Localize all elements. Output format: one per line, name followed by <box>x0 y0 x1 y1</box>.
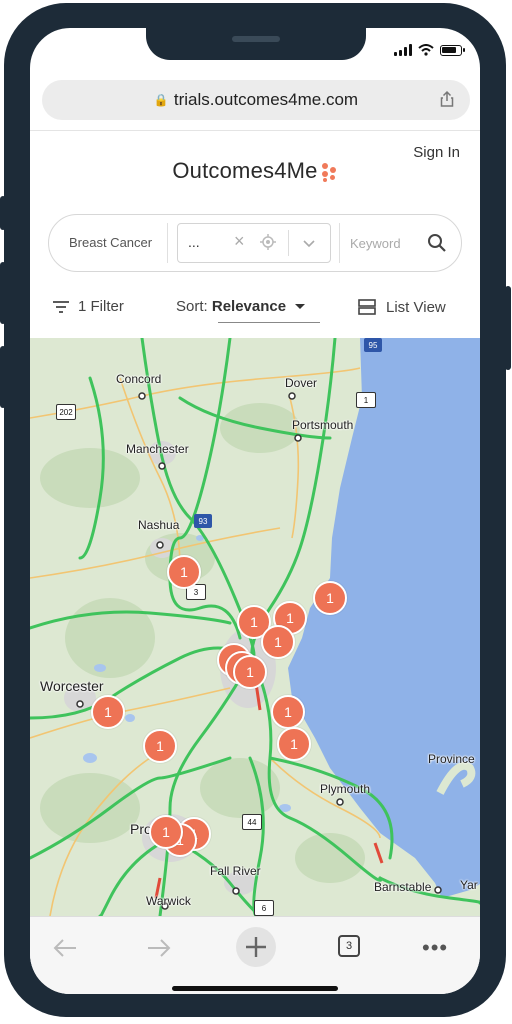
city-dot <box>294 434 302 442</box>
divider <box>167 223 168 263</box>
filter-label: 1 Filter <box>78 298 124 315</box>
plus-icon <box>246 937 266 957</box>
city-label: Dover <box>285 376 318 390</box>
city-dot <box>156 541 164 549</box>
clear-icon[interactable]: × <box>234 231 245 252</box>
chevron-down-icon[interactable] <box>302 236 316 250</box>
trials-map[interactable]: Concord Dover Portsmouth Manchester Nash… <box>30 338 480 916</box>
share-icon[interactable] <box>438 90 456 108</box>
city-label: Worcester <box>40 678 104 694</box>
city-label: Manchester <box>126 442 189 456</box>
address-bar[interactable]: 🔒 trials.outcomes4me.com <box>42 80 470 120</box>
browser-toolbar: 3 ••• <box>30 916 480 994</box>
status-bar <box>394 44 465 56</box>
notch <box>146 28 366 60</box>
phone-screen: 🔒 trials.outcomes4me.com Sign In Outcome… <box>30 28 480 994</box>
city-label: Barnstable <box>374 880 432 894</box>
logo-text: Outcomes4Me <box>172 158 318 183</box>
highway-shield: 95 <box>364 338 382 352</box>
wifi-icon <box>418 44 434 56</box>
divider <box>339 223 340 263</box>
volume-down-button <box>0 346 6 408</box>
logo-dots-icon <box>320 161 338 183</box>
speaker <box>232 36 280 42</box>
tabs-button[interactable]: 3 <box>338 935 360 957</box>
new-tab-button[interactable] <box>236 927 276 967</box>
list-view-label: List View <box>386 298 446 316</box>
highway-shield: 44 <box>242 814 262 830</box>
city-label: Yar <box>460 878 478 892</box>
highway-shield: 1 <box>356 392 376 408</box>
results-toolbar: 1 Filter Sort: Relevance List View <box>30 294 480 328</box>
divider <box>288 230 289 256</box>
power-button <box>505 286 511 370</box>
location-value: ... <box>188 234 200 250</box>
list-view-icon <box>358 299 376 315</box>
city-label: Concord <box>116 372 162 386</box>
back-button[interactable] <box>50 933 80 963</box>
trial-marker[interactable]: 1 <box>143 729 177 763</box>
search-icon[interactable] <box>427 233 447 253</box>
trial-marker[interactable]: 1 <box>233 655 267 689</box>
arrow-right-icon <box>148 939 171 957</box>
logo[interactable]: Outcomes4Me <box>30 158 480 184</box>
mute-button <box>0 196 6 230</box>
city-label: Province <box>428 752 475 766</box>
volume-up-button <box>0 262 6 324</box>
city-label: Plymouth <box>320 782 371 796</box>
highway-shield: 202 <box>56 404 76 420</box>
city-dot <box>158 462 166 470</box>
list-view-button[interactable]: List View <box>358 298 446 316</box>
city-label: Portsmouth <box>292 418 354 432</box>
city-label: Warwick <box>146 894 191 908</box>
sort-label: Sort: <box>176 298 208 315</box>
city-dot <box>434 886 442 894</box>
divider <box>30 130 480 131</box>
trial-marker[interactable]: 1 <box>149 815 183 849</box>
location-field[interactable]: ... × <box>177 223 331 263</box>
city-label: Fall River <box>210 864 261 878</box>
trial-search-bar: Breast Cancer ... × Keyword <box>48 214 462 272</box>
trial-marker[interactable]: 1 <box>91 695 125 729</box>
cancer-type-select[interactable]: Breast Cancer <box>69 235 152 250</box>
sort-underline <box>218 322 320 323</box>
url-text: trials.outcomes4me.com <box>173 90 359 109</box>
highway-shield: 6 <box>254 900 274 916</box>
forward-button[interactable] <box>144 933 174 963</box>
battery-icon <box>440 44 465 56</box>
city-dot <box>288 392 296 400</box>
city-dot <box>138 392 146 400</box>
highway-shield: 93 <box>194 514 212 528</box>
lock-icon: 🔒 <box>153 93 169 107</box>
city-label: Nashua <box>138 518 180 532</box>
trial-marker[interactable]: 1 <box>167 555 201 589</box>
trial-marker[interactable]: 1 <box>261 625 295 659</box>
filter-icon <box>53 300 69 313</box>
arrow-left-icon <box>53 939 76 957</box>
trial-marker[interactable]: 1 <box>271 695 305 729</box>
filter-button[interactable]: 1 Filter <box>52 298 124 315</box>
caret-down-icon <box>295 304 306 309</box>
sort-value: Relevance <box>211 298 287 315</box>
city-dot <box>336 798 344 806</box>
signal-icon <box>394 44 412 56</box>
locate-icon[interactable] <box>260 234 276 250</box>
keyword-input[interactable]: Keyword <box>350 236 401 251</box>
city-dot <box>232 887 240 895</box>
trial-marker[interactable]: 1 <box>313 581 347 615</box>
city-dot <box>76 700 84 708</box>
sort-select[interactable]: Sort: Relevance <box>176 298 306 315</box>
trial-marker[interactable]: 1 <box>277 727 311 761</box>
more-icon[interactable]: ••• <box>422 935 448 961</box>
home-indicator <box>172 986 338 991</box>
